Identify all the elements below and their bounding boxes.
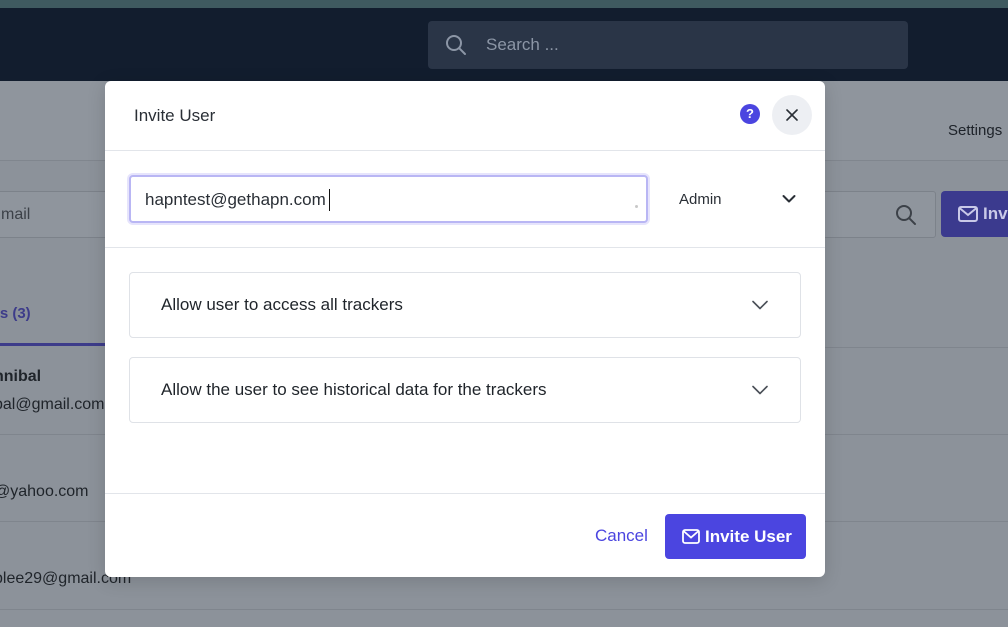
chevron-down-icon <box>752 385 768 395</box>
close-icon <box>786 109 798 121</box>
user-email: bal@gmail.com <box>0 396 105 413</box>
permission-label: Allow user to access all trackers <box>161 295 403 314</box>
user-name: nnibal <box>0 368 42 385</box>
invite-form-row: Admin <box>105 151 825 248</box>
search-icon[interactable] <box>895 204 917 226</box>
modal-header: Invite User ? <box>105 81 825 151</box>
background-email-placeholder: mail <box>1 206 31 223</box>
background-invite-button[interactable]: Inv <box>941 191 1008 237</box>
chevron-down-icon <box>752 300 768 310</box>
permission-label: Allow the user to see historical data fo… <box>161 380 547 399</box>
tab-users[interactable]: rs (3) <box>0 305 31 322</box>
top-accent-strip <box>0 0 1008 8</box>
modal-footer: Cancel Invite User <box>105 493 825 577</box>
user-email: @yahoo.com <box>0 483 89 500</box>
settings-tab[interactable]: Settings <box>948 122 1002 139</box>
role-select-value: Admin <box>679 191 722 208</box>
mail-icon <box>682 529 700 544</box>
invite-user-modal: Invite User ? Admin Allow user to access… <box>105 81 825 577</box>
help-icon[interactable]: ? <box>740 104 760 124</box>
invite-user-button[interactable]: Invite User <box>665 514 806 559</box>
permission-all-trackers[interactable]: Allow user to access all trackers <box>129 272 801 338</box>
role-select[interactable]: Admin <box>678 185 805 213</box>
tab-active-underline <box>0 343 105 346</box>
global-search[interactable] <box>428 21 908 69</box>
email-input[interactable] <box>145 189 625 211</box>
modal-title: Invite User <box>134 106 216 125</box>
autofill-indicator <box>635 205 638 208</box>
search-icon <box>446 35 466 55</box>
permission-historical-data[interactable]: Allow the user to see historical data fo… <box>129 357 801 423</box>
chevron-down-icon <box>782 195 796 203</box>
invite-user-label: Invite User <box>705 527 792 546</box>
cancel-button[interactable]: Cancel <box>595 526 648 546</box>
close-button[interactable] <box>772 95 812 135</box>
global-search-input[interactable] <box>486 33 886 57</box>
mail-icon <box>958 206 978 222</box>
email-field[interactable] <box>129 175 648 223</box>
background-invite-label: Inv <box>983 204 1008 223</box>
text-cursor <box>329 189 330 211</box>
